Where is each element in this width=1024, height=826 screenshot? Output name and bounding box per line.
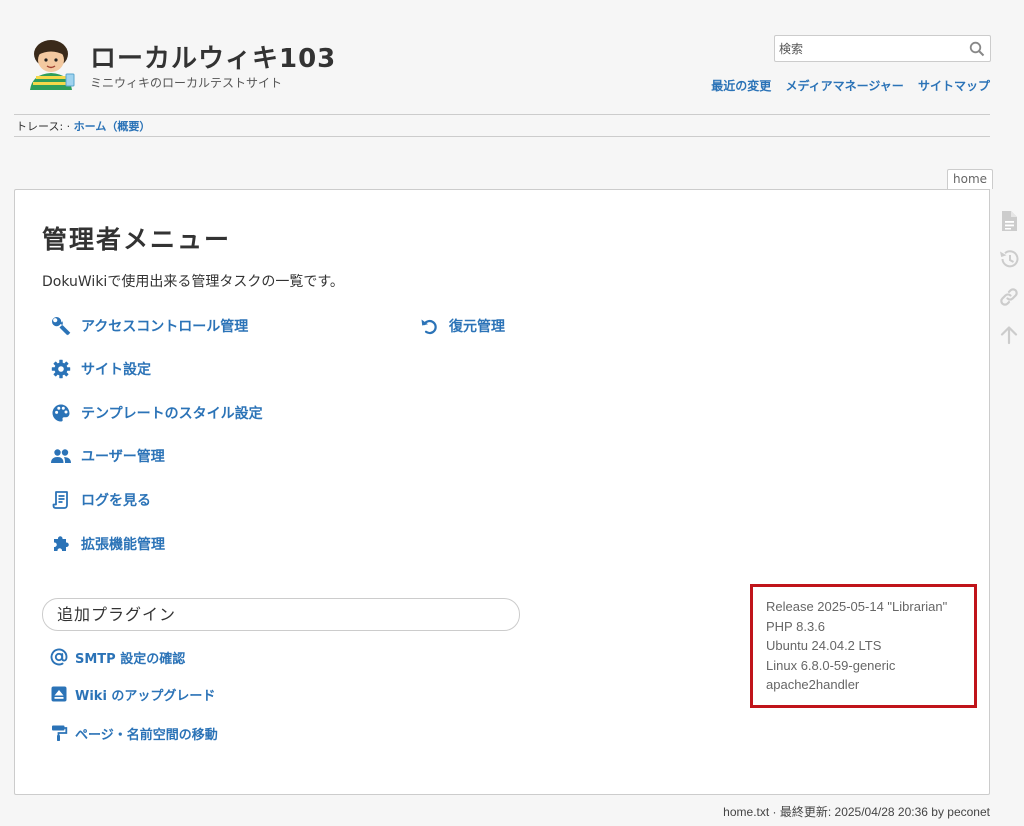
admin-item-revert[interactable]: 復元管理 — [418, 314, 505, 338]
gear-icon — [50, 358, 72, 380]
puzzle-icon — [50, 533, 72, 555]
site-tagline: ミニウィキのローカルテストサイト — [90, 76, 283, 90]
wrench-icon — [50, 315, 72, 337]
admin-item-config[interactable]: サイト設定 — [50, 357, 151, 381]
additional-plugins-heading: 追加プラグイン — [42, 598, 520, 631]
page-intro: DokuWikiで使用出来る管理タスクの一覧です。 — [42, 274, 344, 290]
admin-item-extension[interactable]: 拡張機能管理 — [50, 532, 165, 556]
paint-roller-icon — [50, 724, 68, 742]
old-revisions-icon[interactable] — [996, 246, 1022, 272]
upgrade-icon — [50, 685, 68, 703]
version-release: Release 2025-05-14 "Librarian" — [766, 599, 948, 614]
site-logo[interactable] — [20, 36, 82, 90]
version-sapi: apache2handler — [766, 677, 860, 692]
page-tools — [996, 208, 1022, 360]
version-os: Ubuntu 24.04.2 LTS — [766, 638, 882, 653]
admin-item-label: 復元管理 — [449, 319, 505, 335]
site-title[interactable]: ローカルウィキ103 — [90, 38, 336, 75]
media-manager-link[interactable]: メディアマネージャー — [785, 79, 903, 93]
show-page-icon[interactable] — [996, 208, 1022, 234]
version-kernel: Linux 6.8.0-59-generic — [766, 657, 896, 673]
additional-item-label: Wiki のアップグレード — [75, 688, 216, 704]
breadcrumb: トレース: · ホーム（概要） — [16, 118, 150, 134]
site-tools: 最近の変更 メディアマネージャー サイトマップ — [701, 77, 990, 94]
admin-item-label: アクセスコントロール管理 — [81, 319, 249, 335]
users-icon — [50, 445, 72, 467]
search-icon[interactable] — [968, 40, 986, 58]
admin-item-styling[interactable]: テンプレートのスタイル設定 — [50, 401, 263, 425]
version-info: Release 2025-05-14 "Librarian" PHP 8.3.6… — [750, 584, 977, 708]
search-box — [774, 35, 991, 62]
additional-item-move[interactable]: ページ・名前空間の移動 — [50, 721, 218, 745]
breadcrumb-separator: · — [66, 120, 71, 133]
undo-icon — [418, 315, 440, 337]
admin-item-label: テンプレートのスタイル設定 — [81, 406, 263, 422]
admin-item-label: ユーザー管理 — [81, 449, 165, 465]
version-php: PHP 8.3.6 — [766, 618, 826, 634]
header-divider — [14, 114, 990, 115]
doc-info: home.txt · 最終更新: 2025/04/28 20:36 by pec… — [723, 805, 990, 819]
admin-item-label: ログを見る — [81, 493, 151, 509]
page-title: 管理者メニュー — [42, 225, 232, 254]
additional-item-smtp[interactable]: SMTP 設定の確認 — [50, 645, 185, 669]
additional-item-label: SMTP 設定の確認 — [75, 651, 186, 667]
admin-item-usermanager[interactable]: ユーザー管理 — [50, 444, 165, 468]
breadcrumb-label: トレース: — [16, 120, 64, 133]
sitemap-link[interactable]: サイトマップ — [918, 79, 990, 93]
breadcrumb-divider — [14, 136, 990, 137]
page-id-tab: home — [947, 169, 994, 189]
admin-item-logviewer[interactable]: ログを見る — [50, 488, 151, 512]
at-icon — [50, 648, 68, 666]
log-icon — [50, 489, 72, 511]
admin-item-label: 拡張機能管理 — [81, 537, 165, 553]
page-content: 管理者メニュー DokuWikiで使用出来る管理タスクの一覧です。 アクセスコン… — [14, 189, 990, 795]
search-input[interactable] — [775, 36, 960, 61]
additional-item-label: ページ・名前空間の移動 — [75, 727, 218, 743]
palette-icon — [50, 402, 72, 424]
additional-item-upgrade[interactable]: Wiki のアップグレード — [50, 682, 215, 706]
breadcrumb-home-link[interactable]: ホーム（概要） — [74, 120, 151, 133]
admin-item-label: サイト設定 — [81, 362, 151, 378]
back-to-top-icon[interactable] — [996, 322, 1022, 348]
admin-item-acl[interactable]: アクセスコントロール管理 — [50, 314, 248, 338]
backlinks-icon[interactable] — [996, 284, 1022, 310]
recent-changes-link[interactable]: 最近の変更 — [711, 79, 771, 93]
